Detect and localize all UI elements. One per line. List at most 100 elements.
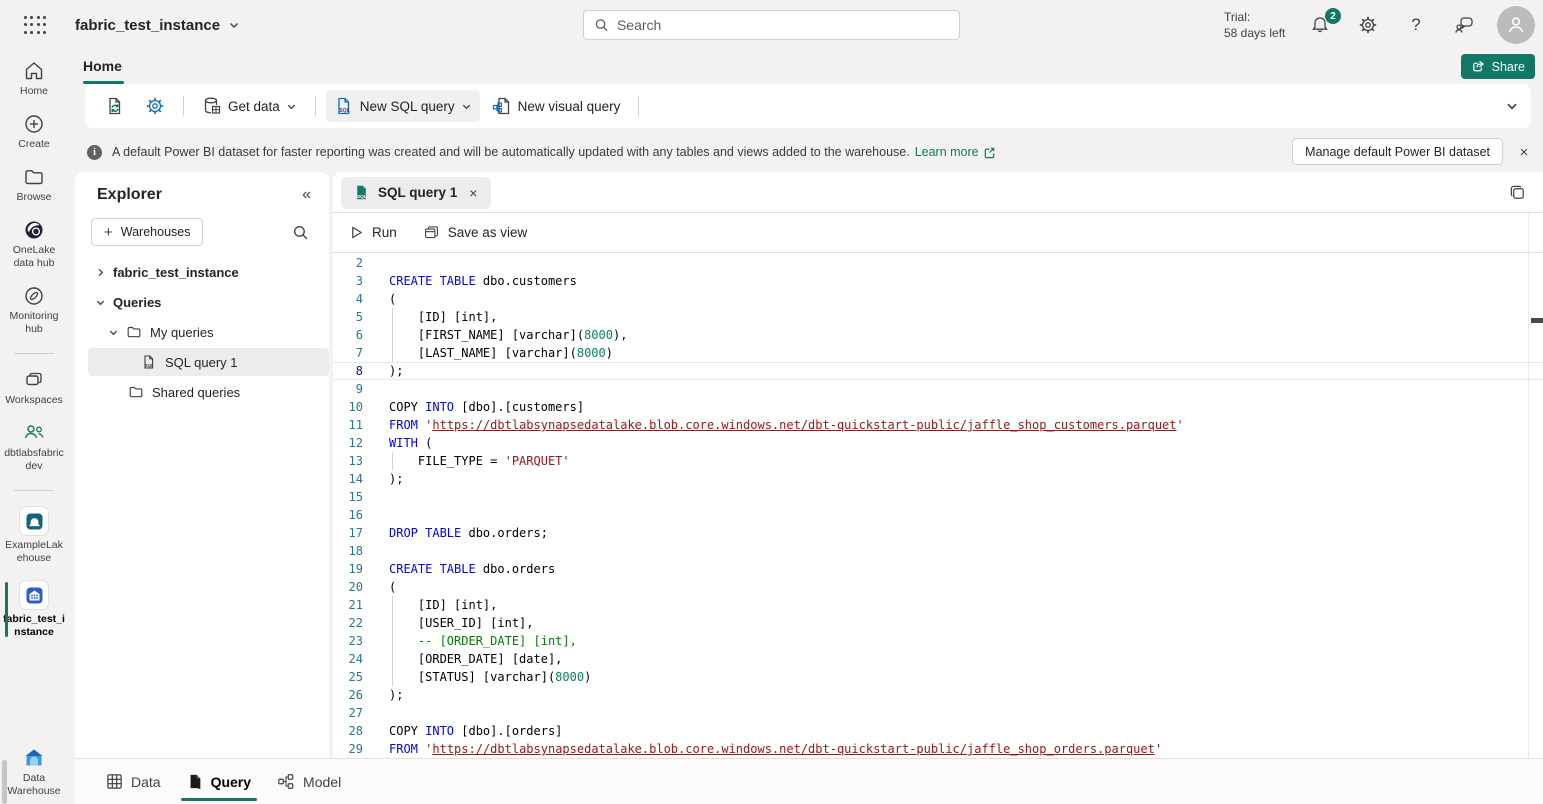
tab-home[interactable]: Home [83,50,122,84]
code-line[interactable]: 14); [333,470,1543,488]
nav-workspaces[interactable]: Workspaces [0,369,68,407]
code-line[interactable]: 16 [333,506,1543,524]
command-bar: Get data SQL New SQL query New visual [85,84,1531,128]
rail-scrollbar-thumb[interactable] [2,760,7,804]
search-input[interactable] [617,17,949,33]
lakehouse-icon [19,506,49,536]
settings-button[interactable] [1356,13,1380,37]
code-line[interactable]: 20( [333,578,1543,596]
layers-icon [23,369,45,391]
indent-guide [392,614,393,632]
tree-item-queries[interactable]: Queries [75,288,329,316]
add-warehouses-button[interactable]: + Warehouses [91,218,203,246]
code-line[interactable]: 6 [FIRST_NAME] [varchar](8000), [333,326,1543,344]
line-number: 3 [333,272,363,290]
code-line[interactable]: 25 [STATUS] [varchar](8000) [333,668,1543,686]
tab-model[interactable]: Model [271,759,347,804]
tree-item-warehouse[interactable]: fabric_test_instance [75,258,329,286]
close-tab-icon[interactable]: × [465,183,481,203]
code-line[interactable]: 18 [333,542,1543,560]
sql-code-editor[interactable]: 23CREATE TABLE dbo.customers4(5 [ID] [in… [333,253,1543,758]
tree-item-shared-queries[interactable]: Shared queries [75,378,329,406]
new-sql-query-button[interactable]: SQL New SQL query [326,90,480,122]
query-doc-icon [187,773,203,790]
code-line[interactable]: 13 FILE_TYPE = 'PARQUET' [333,452,1543,470]
code-line[interactable]: 2 [333,254,1543,272]
nav-workspace-dbtlabsfabricdev[interactable]: dbtlabsfabricdev [0,422,68,473]
code-line[interactable]: 23 -- [ORDER_DATE] [int], [333,632,1543,650]
left-nav-rail: Home Create Browse OneLake data hub [0,50,68,804]
nav-create[interactable]: Create [0,113,68,151]
nav-item-examplelakehouse[interactable]: ExampleLakehouse [0,506,68,565]
query-settings-button[interactable] [137,90,173,122]
manage-default-dataset-button[interactable]: Manage default Power BI dataset [1292,138,1503,165]
line-number: 15 [333,488,363,506]
line-content: [FIRST_NAME] [varchar](8000), [363,326,1543,344]
feedback-button[interactable] [1452,13,1476,37]
command-bar-overflow-button[interactable] [1505,99,1519,113]
tree-item-sql-query-1[interactable]: SQL SQL query 1 [88,348,329,376]
code-line[interactable]: 7 [LAST_NAME] [varchar](8000) [333,344,1543,362]
trial-status: Trial: 58 days left [1224,9,1285,41]
code-line[interactable]: 24 [ORDER_DATE] [date], [333,650,1543,668]
app-header: fabric_test_instance Trial: 58 days left… [0,0,1543,50]
code-line[interactable]: 11FROM 'https://dbtlabsynapsedatalake.bl… [333,416,1543,434]
help-button[interactable]: ? [1404,13,1428,37]
code-line[interactable]: 17DROP TABLE dbo.orders; [333,524,1543,542]
code-line[interactable]: 22 [USER_ID] [int], [333,614,1543,632]
global-search[interactable] [583,10,960,40]
code-line[interactable]: 15 [333,488,1543,506]
save-as-view-button[interactable]: Save as view [423,224,528,241]
feedback-icon [1454,15,1474,35]
tab-data[interactable]: Data [100,759,167,804]
code-line[interactable]: 19CREATE TABLE dbo.orders [333,560,1543,578]
nav-data-warehouse[interactable]: Data Warehouse [0,747,68,798]
code-line[interactable]: 5 [ID] [int], [333,308,1543,326]
code-line[interactable]: 9 [333,380,1543,398]
user-avatar[interactable] [1497,6,1535,44]
run-button[interactable]: Run [349,225,397,240]
close-icon: × [1520,144,1529,161]
code-line[interactable]: 28COPY INTO [dbo].[orders] [333,722,1543,740]
code-line[interactable]: 27 [333,704,1543,722]
nav-home[interactable]: Home [0,60,68,98]
home-icon [23,60,45,82]
learn-more-link[interactable]: Learn more [915,145,996,159]
code-line[interactable]: 26); [333,686,1543,704]
banner-close-button[interactable]: × [1513,141,1535,163]
collapse-panel-icon[interactable]: « [302,186,311,204]
svg-text:SQL: SQL [357,194,367,200]
workspace-switcher[interactable]: fabric_test_instance [75,0,240,50]
code-line[interactable]: 3CREATE TABLE dbo.customers [333,272,1543,290]
refresh-dataset-button[interactable] [97,90,133,122]
editor-scrollbar-indicator[interactable] [1531,318,1543,323]
tree-item-my-queries[interactable]: My queries [75,318,329,346]
app-launcher-waffle-icon[interactable] [22,14,48,36]
code-line[interactable]: 21 [ID] [int], [333,596,1543,614]
code-line[interactable]: 29FROM 'https://dbtlabsynapsedatalake.bl… [333,740,1543,758]
rail-divider [14,353,54,354]
nav-monitoring-hub[interactable]: Monitoring hub [0,285,68,336]
code-line[interactable]: 12WITH ( [333,434,1543,452]
nav-onelake-data-hub[interactable]: OneLake data hub [0,219,68,270]
tab-query[interactable]: Query [181,759,257,804]
chevron-down-icon [95,297,107,308]
banner-message: A default Power BI dataset for faster re… [112,145,910,159]
editor-scrollbar-track[interactable] [1528,213,1529,758]
query-tab-sql-query-1[interactable]: SQL SQL query 1 × [341,177,491,209]
code-line[interactable]: 10COPY INTO [dbo].[customers] [333,398,1543,416]
explorer-search-button[interactable] [292,224,309,241]
get-data-button[interactable]: Get data [194,90,305,122]
code-line[interactable]: 4( [333,290,1543,308]
line-content [363,380,1543,398]
new-visual-query-button[interactable]: New visual query [484,90,629,122]
share-button[interactable]: Share [1461,54,1535,79]
nav-browse[interactable]: Browse [0,166,68,204]
line-content [363,488,1543,506]
copy-icon[interactable] [1508,183,1527,202]
code-line[interactable]: 8); [333,362,1543,380]
model-diagram-icon [277,773,295,790]
nav-item-fabric-test-instance[interactable]: fabric_test_instance [0,580,68,639]
rail-divider [14,490,54,491]
gear-icon [1358,15,1378,35]
